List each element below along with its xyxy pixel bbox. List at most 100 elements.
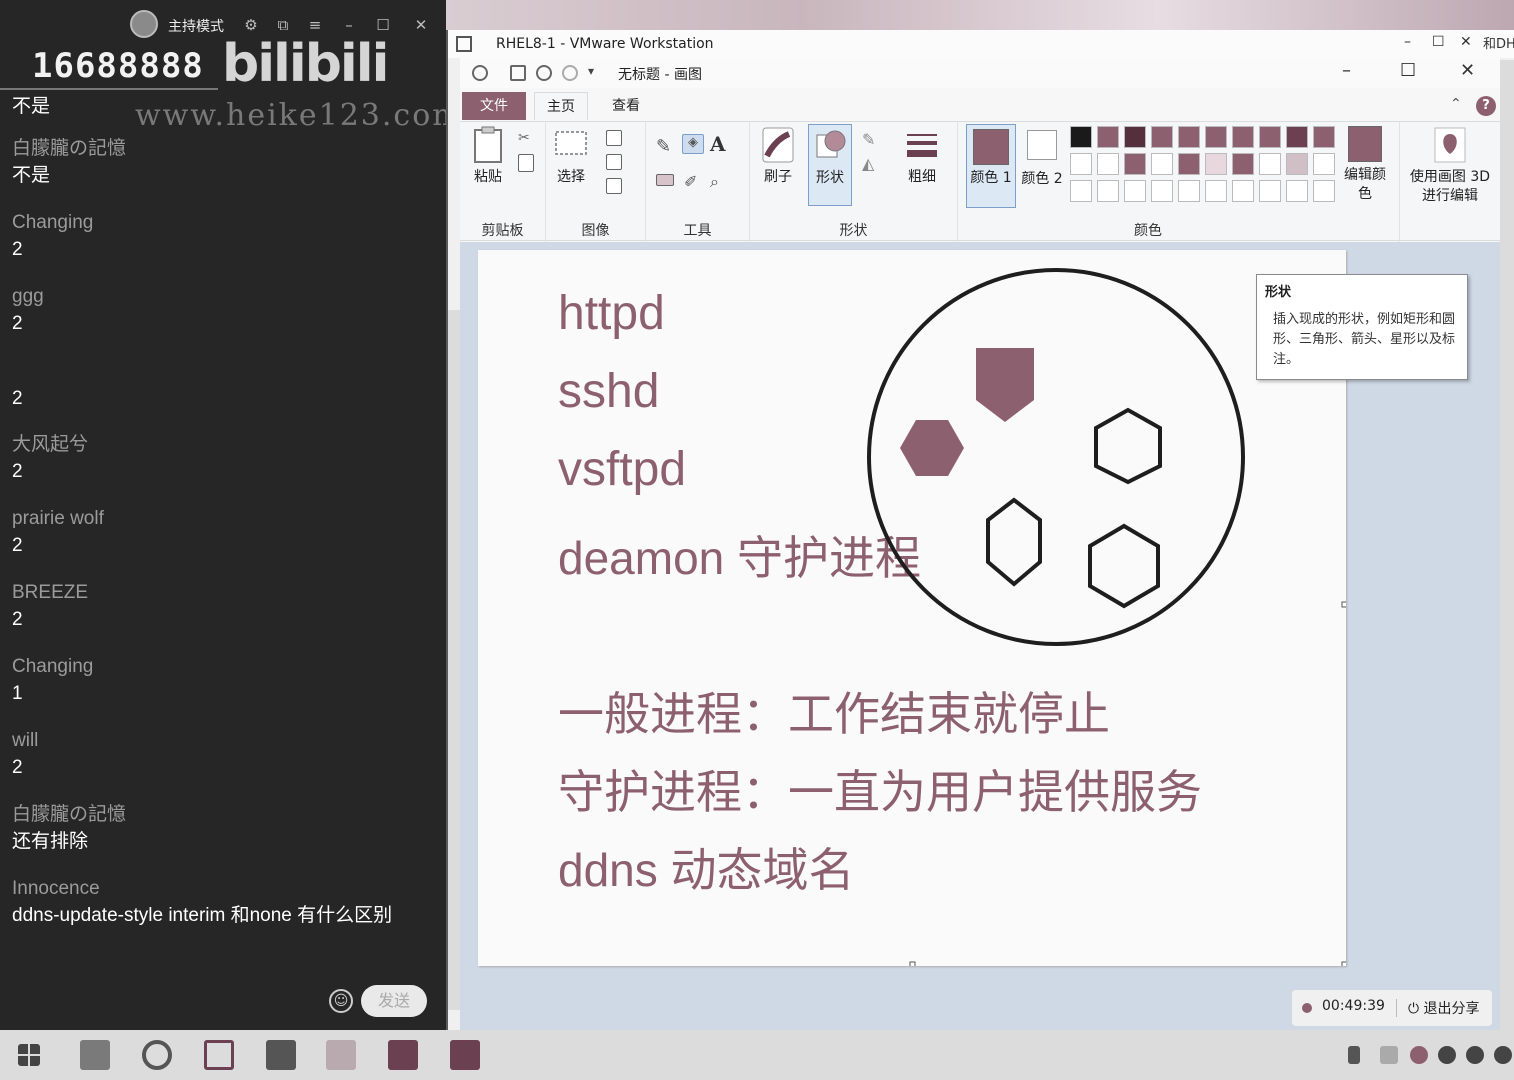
- emoji-icon[interactable]: ☺: [329, 989, 353, 1013]
- paint-close-icon[interactable]: ✕: [1460, 60, 1475, 81]
- color2-button[interactable]: 颜色 2: [1020, 126, 1064, 189]
- palette-color-swatch[interactable]: [1178, 153, 1200, 175]
- save-icon[interactable]: [510, 65, 526, 81]
- pencil-icon[interactable]: ✎: [656, 136, 678, 157]
- text-icon[interactable]: A: [710, 132, 732, 156]
- resize-icon[interactable]: [606, 154, 622, 170]
- minimize-icon[interactable]: –: [338, 14, 360, 36]
- paste-button[interactable]: 粘贴: [468, 126, 508, 187]
- tab-view[interactable]: 查看: [600, 92, 652, 120]
- palette-color-swatch[interactable]: [1124, 153, 1146, 175]
- qq-icon[interactable]: [1466, 1046, 1484, 1064]
- vm-maximize-icon[interactable]: ☐: [1432, 34, 1445, 50]
- paint3d-button[interactable]: 使用画图 3D 进行编辑: [1406, 126, 1494, 206]
- palette-empty-swatch[interactable]: [1259, 180, 1281, 202]
- palette-color-swatch[interactable]: [1205, 153, 1227, 175]
- brush-label: 刷子: [764, 169, 792, 185]
- vm-close-icon[interactable]: ✕: [1460, 34, 1472, 50]
- app-icon[interactable]: [450, 1040, 480, 1070]
- palette-color-swatch[interactable]: [1259, 126, 1281, 148]
- color-picker-icon[interactable]: ✐: [684, 172, 706, 192]
- paint-app-icon[interactable]: [472, 65, 488, 81]
- palette-color-swatch[interactable]: [1124, 126, 1146, 148]
- magnifier-icon[interactable]: ⌕: [710, 172, 732, 192]
- palette-color-swatch[interactable]: [1151, 153, 1173, 175]
- close-icon[interactable]: ✕: [410, 14, 432, 36]
- vmware-taskbar-icon[interactable]: [204, 1040, 234, 1070]
- palette-empty-swatch[interactable]: [1232, 180, 1254, 202]
- send-button[interactable]: 发送: [361, 985, 427, 1017]
- collapse-ribbon-icon[interactable]: ⌃: [1450, 96, 1462, 112]
- paint-taskbar-icon[interactable]: [326, 1040, 356, 1070]
- palette-color-swatch[interactable]: [1178, 126, 1200, 148]
- qq-icon[interactable]: [1438, 1046, 1456, 1064]
- settings-icon[interactable]: ⚙: [240, 14, 262, 36]
- palette-color-swatch[interactable]: [1205, 126, 1227, 148]
- vm-scrollbar[interactable]: [1500, 60, 1514, 1030]
- palette-color-swatch[interactable]: [1286, 153, 1308, 175]
- microphone-icon[interactable]: [1348, 1046, 1360, 1064]
- palette-empty-swatch[interactable]: [1178, 180, 1200, 202]
- palette-color-swatch[interactable]: [1070, 153, 1092, 175]
- outline-icon[interactable]: ✎: [862, 130, 884, 150]
- rotate-icon[interactable]: [606, 178, 622, 194]
- help-icon[interactable]: ?: [1476, 96, 1496, 116]
- resize-handle[interactable]: [1341, 601, 1346, 608]
- palette-color-swatch[interactable]: [1097, 126, 1119, 148]
- palette-empty-swatch[interactable]: [1097, 180, 1119, 202]
- palette-color-swatch[interactable]: [1070, 126, 1092, 148]
- terminal-icon[interactable]: [266, 1040, 296, 1070]
- resize-handle[interactable]: [909, 961, 916, 966]
- resize-handle[interactable]: [1341, 961, 1346, 966]
- palette-empty-swatch[interactable]: [1205, 180, 1227, 202]
- palette-color-swatch[interactable]: [1286, 126, 1308, 148]
- undo-icon[interactable]: [536, 65, 552, 81]
- fill-shape-icon[interactable]: ◭: [862, 154, 884, 174]
- palette-color-swatch[interactable]: [1313, 153, 1335, 175]
- popout-icon[interactable]: ⧉: [272, 14, 294, 36]
- palette-empty-swatch[interactable]: [1124, 180, 1146, 202]
- tab-home[interactable]: 主页: [534, 92, 588, 120]
- color1-button[interactable]: 颜色 1: [966, 124, 1016, 208]
- tray-icon[interactable]: [1410, 1046, 1428, 1064]
- palette-color-swatch[interactable]: [1151, 126, 1173, 148]
- palette-empty-swatch[interactable]: [1070, 180, 1092, 202]
- copy-icon[interactable]: [518, 154, 534, 172]
- paint-minimize-icon[interactable]: –: [1342, 60, 1351, 81]
- cut-icon[interactable]: ✂: [518, 130, 534, 146]
- palette-empty-swatch[interactable]: [1313, 180, 1335, 202]
- palette-color-swatch[interactable]: [1313, 126, 1335, 148]
- tab-file[interactable]: 文件: [462, 92, 526, 120]
- crop-icon[interactable]: [606, 130, 622, 146]
- host-mode-label[interactable]: 主持模式: [168, 16, 224, 36]
- host-avatar[interactable]: [130, 10, 158, 38]
- exit-share-button[interactable]: ⏻ 退出分享: [1408, 998, 1480, 1018]
- palette-empty-swatch[interactable]: [1151, 180, 1173, 202]
- fill-icon[interactable]: ◈: [682, 134, 704, 154]
- redo-icon[interactable]: [562, 65, 578, 81]
- drawing-canvas[interactable]: httpd sshd vsftpd deamon 守护进程 一般进程：工作结束就…: [478, 250, 1346, 966]
- edit-colors-button[interactable]: 编辑颜色: [1340, 126, 1390, 204]
- palette-color-swatch[interactable]: [1232, 153, 1254, 175]
- palette-color-swatch[interactable]: [1259, 153, 1281, 175]
- app-icon[interactable]: [388, 1040, 418, 1070]
- tray-icon[interactable]: [1380, 1046, 1398, 1064]
- windows-start-icon[interactable]: [18, 1044, 40, 1066]
- paint-maximize-icon[interactable]: ☐: [1400, 60, 1416, 81]
- qq-icon[interactable]: [1494, 1046, 1512, 1064]
- canvas-text-daemon-process: 守护进程：一直为用户提供服务: [558, 766, 1202, 818]
- vm-minimize-icon[interactable]: –: [1404, 34, 1411, 50]
- menu-icon[interactable]: ≡: [304, 14, 326, 36]
- size-button[interactable]: 粗细: [900, 126, 944, 187]
- palette-color-swatch[interactable]: [1097, 153, 1119, 175]
- file-explorer-icon[interactable]: [80, 1040, 110, 1070]
- shapes-button[interactable]: 形状: [808, 124, 852, 206]
- brush-button[interactable]: 刷子: [758, 126, 798, 187]
- palette-color-swatch[interactable]: [1232, 126, 1254, 148]
- browser-icon[interactable]: [142, 1040, 172, 1070]
- maximize-icon[interactable]: ☐: [372, 14, 394, 36]
- palette-empty-swatch[interactable]: [1286, 180, 1308, 202]
- select-button[interactable]: 选择: [552, 126, 590, 187]
- customize-qat-icon[interactable]: ▾: [588, 64, 594, 78]
- eraser-icon[interactable]: [656, 174, 674, 186]
